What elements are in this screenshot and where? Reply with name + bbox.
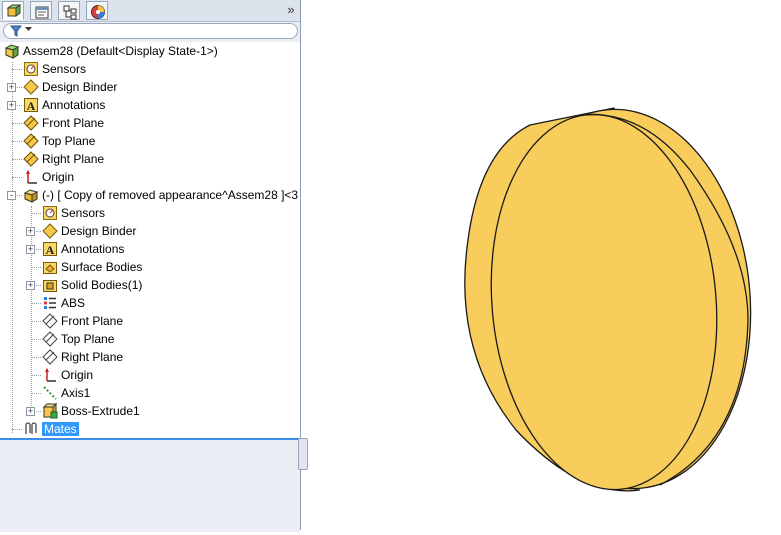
design-binder-icon [23, 79, 39, 95]
tab-property-manager[interactable] [30, 1, 52, 20]
origin-icon [26, 170, 37, 184]
expand-panel-button[interactable]: » [284, 1, 298, 19]
tab-display-manager[interactable] [86, 1, 108, 20]
panel-tab-bar: » [0, 0, 300, 22]
sensor-icon [24, 62, 38, 76]
material-icon [44, 297, 56, 309]
expand-toggle[interactable]: + [7, 101, 16, 110]
assembly-icon [4, 44, 20, 59]
chevron-down-icon [25, 27, 32, 31]
tree-item-label: Right Plane [61, 350, 124, 364]
expand-toggle[interactable]: + [7, 83, 16, 92]
feature-tree: + + - + + + + Assem28 (Default<Display S… [0, 42, 300, 438]
tree-item-label: ABS [61, 296, 86, 310]
selected-mates-label: Mates [42, 422, 79, 436]
feature-manager-panel: » + + - + + + + Assem28 (Default<Display… [0, 0, 301, 532]
annotations-icon: A [24, 98, 38, 113]
expand-toggle[interactable]: + [26, 407, 35, 416]
tree-item-label: Origin [42, 170, 75, 184]
design-binder-icon [42, 223, 58, 239]
tree-item-label: Axis1 [61, 386, 91, 400]
expand-toggle[interactable]: + [26, 245, 35, 254]
graphics-viewport[interactable] [301, 0, 781, 530]
tree-item-label: Annotations [42, 98, 106, 112]
expand-toggle[interactable]: + [26, 281, 35, 290]
tree-item-label: Mates [42, 420, 79, 438]
solid-bodies-folder-icon [43, 280, 57, 292]
plane-outline-icon [42, 313, 58, 329]
filter-funnel-icon [10, 25, 22, 37]
tab-configuration-manager[interactable] [58, 1, 80, 20]
tree-item-label: Sensors [42, 62, 87, 76]
tree-item-label: Front Plane [42, 116, 105, 130]
svg-text:A: A [46, 243, 55, 257]
tree-item-label: Top Plane [61, 332, 115, 346]
mates-paperclip-icon [25, 422, 37, 434]
tree-item-label: Annotations [61, 242, 125, 256]
tab-feature-tree[interactable] [2, 1, 24, 20]
annotations-icon: A [43, 242, 57, 257]
tree-item-label: Assem28 (Default<Display State-1>) [23, 44, 218, 58]
collapse-toggle[interactable]: - [7, 191, 16, 200]
tree-item-label: Solid Bodies(1) [61, 278, 143, 292]
tree-item-label: Design Binder [61, 224, 137, 238]
axis-icon [43, 386, 57, 400]
tree-item-label: Front Plane [61, 314, 124, 328]
origin-icon [45, 368, 56, 382]
svg-text:A: A [27, 99, 36, 113]
property-manager-icon [35, 6, 49, 19]
tree-item-label: Top Plane [42, 134, 96, 148]
sensor-icon [43, 206, 57, 220]
tree-item-label: (-) [ Copy of removed appearance^Assem28… [42, 188, 299, 202]
plane-icon [23, 115, 39, 131]
surface-bodies-folder-icon [43, 262, 57, 274]
plane-outline-icon [42, 349, 58, 365]
tree-item-label: Surface Bodies [61, 260, 143, 274]
tree-item-label: Right Plane [42, 152, 105, 166]
disk-model [464, 107, 752, 492]
configuration-manager-icon [63, 5, 77, 20]
panel-lower-area [0, 438, 300, 532]
tree-item-label: Design Binder [42, 80, 118, 94]
plane-icon [23, 151, 39, 167]
featuremanager-tree-icon [6, 4, 22, 17]
tree-filter-field[interactable] [3, 23, 298, 39]
display-manager-icon [91, 5, 105, 19]
tree-item-label: Sensors [61, 206, 106, 220]
plane-outline-icon [42, 331, 58, 347]
tree-item-label: Origin [61, 368, 94, 382]
plane-icon [23, 133, 39, 149]
tree-item-label: Boss-Extrude1 [61, 404, 140, 418]
extrude-feature-icon [42, 403, 58, 419]
part-component-icon [23, 189, 39, 203]
expand-toggle[interactable]: + [26, 227, 35, 236]
